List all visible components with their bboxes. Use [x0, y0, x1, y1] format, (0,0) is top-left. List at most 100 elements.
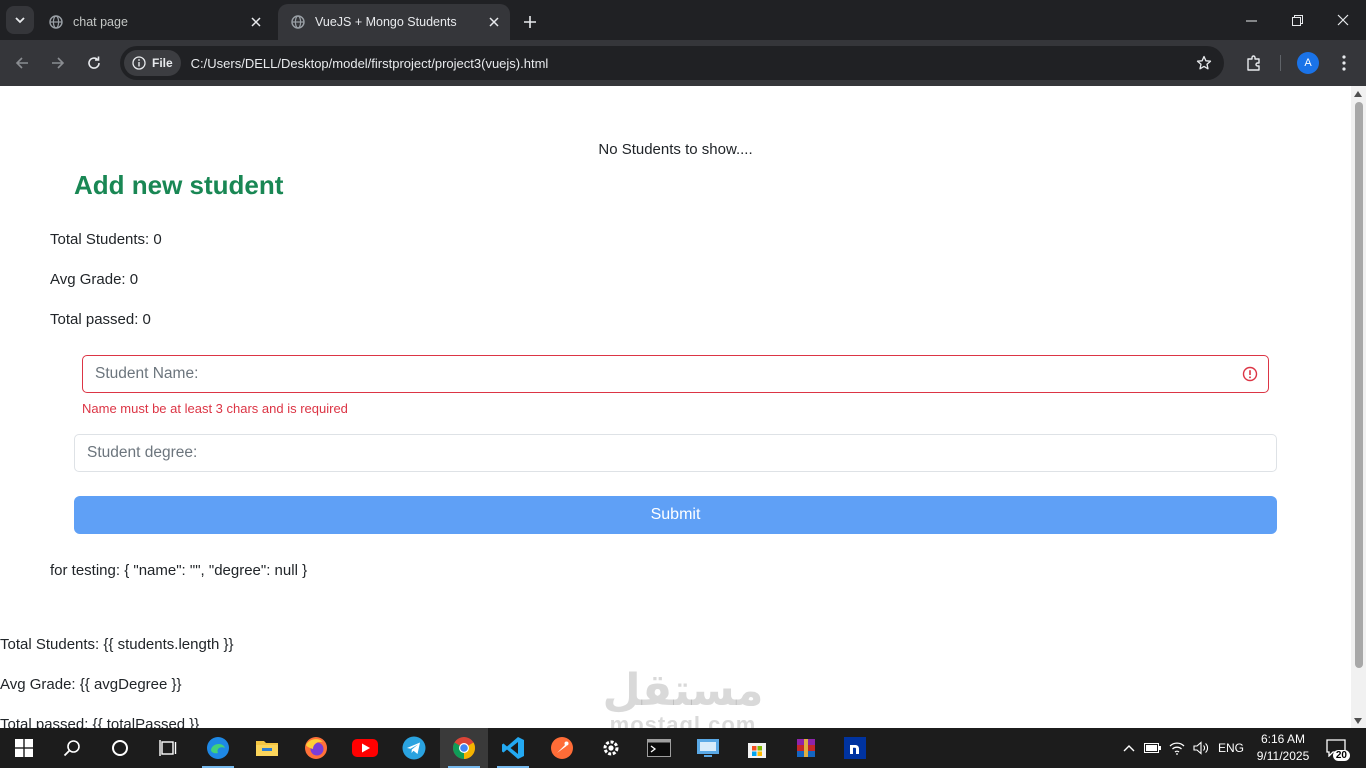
reload-button[interactable] [80, 49, 108, 77]
network-app-icon [697, 739, 719, 757]
chrome-icon [453, 737, 475, 759]
task-view-button[interactable] [144, 728, 192, 768]
bookmark-star-icon[interactable] [1190, 49, 1218, 77]
chevron-down-icon [15, 17, 25, 24]
taskbar-telegram[interactable] [390, 728, 438, 768]
tab-search-button[interactable] [6, 6, 34, 34]
taskbar-chrome[interactable] [440, 728, 488, 768]
taskbar-notion[interactable] [831, 728, 879, 768]
taskbar-youtube[interactable] [341, 728, 389, 768]
taskbar-search-button[interactable] [48, 728, 96, 768]
raw-total-passed: Total passed: {{ totalPassed }} [0, 716, 200, 728]
testing-debug-line: for testing: { "name": "", "degree": nul… [50, 562, 308, 579]
restore-icon [1291, 14, 1303, 26]
total-passed-stat: Total passed: 0 [50, 311, 151, 328]
taskbar-postman[interactable] [538, 728, 586, 768]
cortana-icon [112, 740, 128, 756]
arrow-left-icon [15, 57, 28, 69]
reload-icon [88, 56, 100, 69]
winrar-icon [797, 739, 815, 757]
extensions-button[interactable] [1240, 49, 1268, 77]
clock-date: 9/11/2025 [1256, 749, 1310, 763]
scheme-label: File [152, 56, 173, 70]
settings-icon [603, 740, 619, 756]
student-name-placeholder: Student Name: [95, 365, 199, 382]
profile-avatar[interactable]: A [1297, 52, 1319, 74]
student-degree-placeholder: Student degree: [87, 444, 198, 461]
chevron-up-icon [1123, 745, 1135, 752]
youtube-icon [352, 739, 378, 757]
notification-count-badge: 20 [1332, 750, 1350, 761]
edge-icon [207, 737, 229, 759]
student-degree-input[interactable]: Student degree: [74, 434, 1277, 472]
vscode-icon [502, 737, 524, 759]
globe-icon [290, 14, 306, 30]
taskbar-clock[interactable]: 6:16 AM 9/11/2025 [1252, 731, 1314, 765]
new-tab-button[interactable] [516, 8, 544, 36]
tab-strip: chat page VueJS + Mongo Students [0, 0, 1366, 40]
more-vert-icon [1342, 55, 1346, 71]
page-viewport: No Students to show.... Add new student … [0, 86, 1351, 728]
taskbar-terminal[interactable] [635, 728, 683, 768]
taskbar-vscode[interactable] [489, 728, 537, 768]
globe-icon [48, 14, 64, 30]
address-bar[interactable]: File C:/Users/DELL/Desktop/model/firstpr… [120, 46, 1224, 80]
telegram-icon [402, 736, 426, 760]
avg-grade-stat: Avg Grade: 0 [50, 271, 139, 288]
taskbar-store[interactable] [733, 728, 781, 768]
tab-vuejs-students[interactable]: VueJS + Mongo Students [278, 4, 510, 40]
start-icon [15, 739, 33, 757]
taskbar-edge[interactable] [194, 728, 242, 768]
page-title: Add new student [74, 170, 284, 200]
taskbar-firefox[interactable] [292, 728, 340, 768]
start-button[interactable] [0, 728, 48, 768]
clock-time: 6:16 AM [1260, 732, 1306, 746]
speaker-icon [1193, 741, 1208, 755]
language-indicator[interactable]: ENG [1214, 728, 1248, 768]
page-scrollbar[interactable] [1351, 86, 1366, 728]
tab-title: VueJS + Mongo Students [315, 15, 457, 29]
total-students-stat: Total Students: 0 [50, 231, 162, 248]
wifi-button[interactable] [1166, 728, 1188, 768]
toolbar-divider [1280, 55, 1281, 71]
volume-button[interactable] [1190, 728, 1212, 768]
submit-button[interactable]: Submit [74, 496, 1277, 534]
taskbar-file-explorer[interactable] [243, 728, 291, 768]
info-icon [132, 56, 146, 70]
name-error-message: Name must be at least 3 chars and is req… [82, 401, 348, 416]
taskbar-settings[interactable] [587, 728, 635, 768]
close-window-button[interactable] [1320, 0, 1366, 40]
firefox-icon [305, 737, 327, 759]
file-explorer-icon [256, 741, 278, 756]
restore-button[interactable] [1274, 0, 1320, 40]
menu-button[interactable] [1330, 49, 1358, 77]
forward-button[interactable] [44, 49, 72, 77]
scrollbar-thumb[interactable] [1355, 102, 1363, 668]
scroll-down-arrow-icon[interactable] [1354, 718, 1362, 724]
browser-toolbar: File C:/Users/DELL/Desktop/model/firstpr… [0, 40, 1366, 86]
minimize-button[interactable] [1228, 0, 1274, 40]
close-tab-icon[interactable] [246, 12, 266, 32]
notification-center-button[interactable]: 20 [1322, 737, 1350, 761]
student-name-input[interactable]: Student Name: [82, 355, 1269, 393]
postman-icon [551, 737, 573, 759]
raw-total-students: Total Students: {{ students.length }} [0, 636, 234, 653]
tab-title: chat page [73, 15, 128, 29]
close-tab-icon[interactable] [484, 12, 504, 32]
back-button[interactable] [8, 49, 36, 77]
cortana-button[interactable] [96, 728, 144, 768]
tab-chat-page[interactable]: chat page [36, 4, 272, 40]
site-info-chip[interactable]: File [124, 50, 181, 76]
scroll-up-arrow-icon[interactable] [1354, 91, 1362, 97]
plus-icon [524, 16, 536, 28]
url-text[interactable]: C:/Users/DELL/Desktop/model/firstproject… [191, 56, 1190, 71]
terminal-icon [647, 739, 671, 757]
windows-taskbar: ENG 6:16 AM 9/11/2025 20 [0, 728, 1366, 768]
taskbar-winrar[interactable] [782, 728, 830, 768]
error-icon [1242, 366, 1258, 382]
show-hidden-icons-button[interactable] [1118, 728, 1140, 768]
battery-button[interactable] [1142, 728, 1164, 768]
search-icon [63, 740, 80, 757]
taskbar-network-app[interactable] [684, 728, 732, 768]
wifi-icon [1169, 742, 1185, 755]
